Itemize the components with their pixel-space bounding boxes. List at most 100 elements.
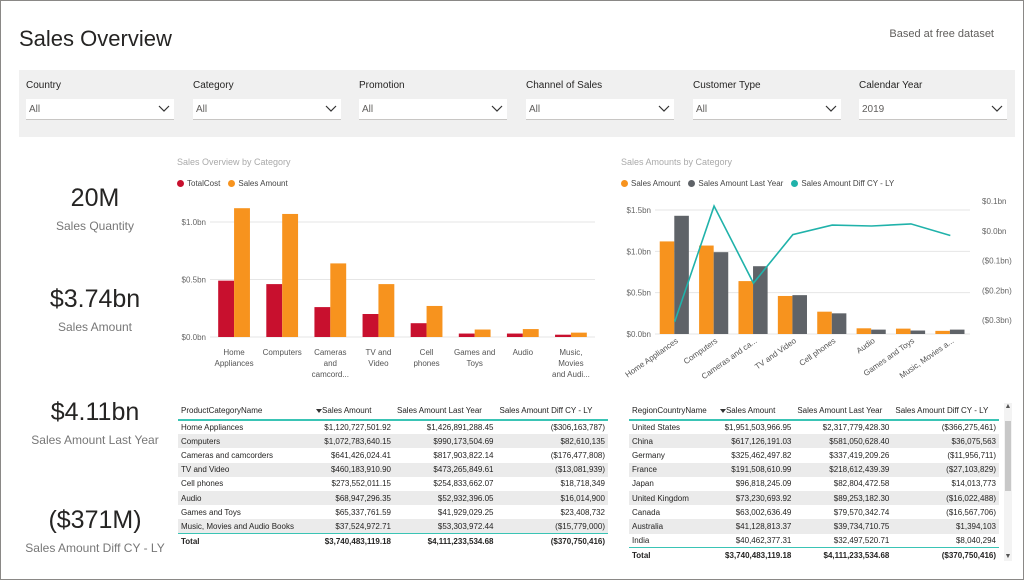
legend-label: Sales Amount Diff CY - LY bbox=[801, 179, 895, 188]
kpi-sales-amount: $3.74bn Sales Amount bbox=[20, 285, 170, 334]
x-tick-label: Home bbox=[223, 348, 245, 357]
table-row[interactable]: United States $1,951,503,966.95 $2,317,779… bbox=[629, 420, 999, 434]
row-label-cell: China bbox=[629, 434, 716, 449]
column-header[interactable]: Sales Amount Diff CY - LY bbox=[496, 402, 608, 421]
customer-type-dropdown[interactable]: All bbox=[693, 99, 841, 120]
table-row[interactable]: Computers $1,072,783,640.15 $990,173,504.6… bbox=[178, 434, 608, 449]
legend-dot bbox=[688, 180, 696, 187]
value-cell: $14,013,773 bbox=[951, 479, 997, 489]
row-label-cell: Home Appliances bbox=[181, 423, 244, 433]
x-tick-label: Computers bbox=[682, 336, 719, 366]
value-cell: $191,508,610.99 bbox=[715, 462, 795, 477]
value-cell: $2,317,779,428.30 bbox=[822, 423, 890, 433]
legend-item-sales-amount[interactable]: Sales Amount bbox=[228, 179, 288, 188]
legend-item-sales-amount[interactable]: Sales Amount bbox=[621, 179, 680, 188]
kpi-sales-amount-last-year: $4.11bn Sales Amount Last Year bbox=[20, 398, 170, 447]
chart1-svg: $0.0bn $0.5bn $1.0bn Home Appliances Computer… bbox=[182, 208, 595, 379]
value-cell: $1,394,103 bbox=[892, 519, 999, 534]
bar-sales-amount bbox=[570, 332, 587, 337]
table-row[interactable]: Cell phones $273,552,011.15 $254,833,662.0… bbox=[178, 477, 608, 491]
chart1-legend: TotalCost Sales Amount bbox=[177, 179, 292, 188]
total-value-cell: ($370,750,416) bbox=[496, 533, 608, 550]
kpi-sales-amount-diff: ($371M) Sales Amount Diff CY - LY bbox=[20, 506, 170, 555]
value-cell: $337,419,209.26 bbox=[829, 450, 890, 460]
x-tick-label: Cell bbox=[420, 348, 434, 357]
table-row[interactable]: Japan $96,818,245.09 $82,804,472.58 $14,013… bbox=[629, 477, 999, 491]
category-dropdown[interactable]: All bbox=[193, 99, 341, 120]
table-row[interactable]: Canada $63,002,636.49 $79,570,342.74 ($16,5… bbox=[629, 505, 999, 519]
table-row[interactable]: Games and Toys $65,337,761.59 $41,929,029.… bbox=[178, 505, 608, 519]
kpi-value: $4.11bn bbox=[50, 398, 140, 426]
column-header[interactable]: Sales Amount Last Year bbox=[394, 402, 497, 421]
table-row[interactable]: TV and Video $460,183,910.90 $473,265,849.… bbox=[178, 462, 608, 477]
table-row[interactable]: United Kingdom $73,230,693.92 $89,253,182.… bbox=[629, 490, 999, 506]
table-row[interactable]: Cameras and camcorders $641,426,024.41 $81… bbox=[178, 448, 608, 462]
y2-tick-label: $0.1bn bbox=[982, 197, 1006, 206]
table-row[interactable]: France $191,508,610.99 $218,612,439.39 ($27… bbox=[629, 462, 999, 477]
chart2-legend: Sales Amount Sales Amount Last Year Sale… bbox=[621, 179, 898, 188]
chevron-down-icon bbox=[825, 105, 837, 112]
value-cell: ($306,163,787) bbox=[550, 423, 605, 433]
bar-sales-amount bbox=[738, 281, 754, 334]
column-header[interactable]: Sales Amount Last Year bbox=[794, 402, 893, 421]
row-label-cell: Japan bbox=[632, 479, 654, 489]
column-header[interactable]: RegionCountryName bbox=[629, 402, 716, 421]
value-cell: $473,265,849.61 bbox=[394, 462, 497, 477]
row-label-cell: United Kingdom bbox=[629, 490, 716, 506]
value-cell: $82,804,472.58 bbox=[833, 479, 890, 489]
table-row[interactable]: India $40,462,377.31 $32,497,520.71 $8,040,… bbox=[629, 534, 999, 548]
kpi-value: 20M bbox=[70, 184, 120, 212]
total-value-cell: $3,740,483,119.18 bbox=[715, 547, 795, 564]
value-cell: $32,497,520.71 bbox=[833, 535, 890, 545]
slicer-label: Country bbox=[26, 80, 62, 91]
table-row[interactable]: China $617,126,191.03 $581,050,628.40 $36,0… bbox=[629, 434, 999, 449]
slicer-label: Calendar Year bbox=[859, 80, 923, 91]
dropdown-value: 2019 bbox=[862, 104, 885, 115]
row-label-cell: India bbox=[632, 535, 650, 545]
scrollbar-thumb[interactable] bbox=[1005, 421, 1011, 491]
category-table: ProductCategoryName Sales Amount Sales A… bbox=[178, 402, 608, 550]
row-label-cell: Music, Movies and Audio Books bbox=[178, 519, 313, 534]
legend-dot bbox=[228, 180, 236, 187]
region-table: RegionCountryName Sales Amount Sales Amo… bbox=[629, 402, 999, 564]
value-cell: $41,929,029.25 bbox=[437, 507, 494, 517]
value-cell: $581,050,628.40 bbox=[794, 434, 893, 449]
total-value-cell: $3,740,483,119.18 bbox=[312, 533, 394, 550]
value-cell: ($176,477,808) bbox=[550, 450, 605, 460]
value-cell: ($16,022,488) bbox=[892, 490, 999, 506]
column-header[interactable]: Sales Amount bbox=[715, 402, 795, 421]
kpi-value: $3.74bn bbox=[49, 285, 141, 313]
x-tick-label: Toys bbox=[466, 359, 482, 368]
value-cell: $1,120,727,501.92 bbox=[324, 423, 391, 433]
scroll-up-icon[interactable]: ▲ bbox=[1004, 403, 1012, 411]
legend-item-totalcost[interactable]: TotalCost bbox=[177, 179, 220, 188]
calendar-year-dropdown[interactable]: 2019 bbox=[859, 99, 1007, 120]
column-header[interactable]: Sales Amount bbox=[312, 402, 394, 421]
table-row[interactable]: Australia $41,128,813.37 $39,734,710.75 $1,… bbox=[629, 519, 999, 534]
legend-item-sales-amount-diff[interactable]: Sales Amount Diff CY - LY bbox=[791, 179, 894, 188]
column-header[interactable]: Sales Amount Diff CY - LY bbox=[892, 402, 999, 421]
x-tick-label: camcord... bbox=[312, 370, 349, 379]
bar-sales-amount-last-year bbox=[792, 295, 807, 334]
value-cell: ($366,275,461) bbox=[941, 423, 996, 433]
bar-sales-amount bbox=[522, 329, 539, 337]
bar-sales-amount bbox=[282, 213, 299, 337]
table-scrollbar[interactable]: ▲ ▼ bbox=[1004, 403, 1012, 561]
dropdown-value: All bbox=[529, 104, 541, 115]
table-row[interactable]: Audio $68,947,296.35 $52,932,396.05 $16,014… bbox=[178, 490, 608, 506]
value-cell: $39,734,710.75 bbox=[794, 519, 893, 534]
channel-dropdown[interactable]: All bbox=[526, 99, 674, 120]
table-row[interactable]: Music, Movies and Audio Books $37,524,972… bbox=[178, 519, 608, 534]
table-row[interactable]: Germany $325,462,497.82 $337,419,209.26 ($1… bbox=[629, 448, 999, 462]
legend-label: TotalCost bbox=[187, 179, 221, 188]
row-label-cell: Computers bbox=[178, 434, 313, 449]
dropdown-value: All bbox=[696, 104, 708, 115]
value-cell: $641,426,024.41 bbox=[330, 450, 391, 460]
column-header[interactable]: ProductCategoryName bbox=[178, 402, 313, 421]
table-row[interactable]: Home Appliances $1,120,727,501.92 $1,426,8… bbox=[178, 420, 608, 434]
legend-dot bbox=[177, 180, 184, 187]
scroll-down-icon[interactable]: ▼ bbox=[1004, 553, 1012, 561]
country-dropdown[interactable]: All bbox=[26, 99, 174, 120]
promotion-dropdown[interactable]: All bbox=[359, 99, 507, 120]
legend-item-sales-amount-last-year[interactable]: Sales Amount Last Year bbox=[688, 179, 783, 188]
